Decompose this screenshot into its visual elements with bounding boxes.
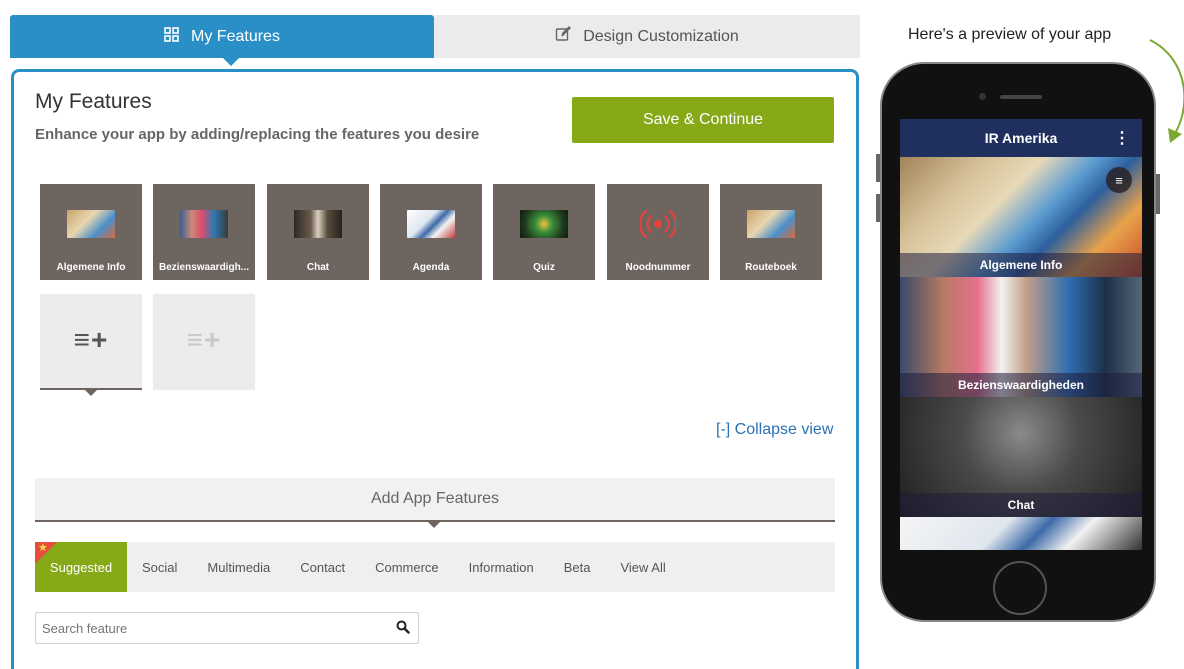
students-thumbnail <box>180 210 228 238</box>
app-title: IR Amerika <box>984 130 1058 146</box>
menu-icon[interactable]: ≡ <box>1106 167 1132 193</box>
feature-tile-agenda[interactable]: Agenda <box>380 184 482 280</box>
app-screen: IR Amerika ⋮ ≡ Algemene Info Bezienswaar… <box>900 119 1142 550</box>
category-multimedia[interactable]: Multimedia <box>192 542 285 592</box>
volume-button <box>876 154 880 182</box>
category-suggested[interactable]: ★ Suggested <box>35 542 127 592</box>
feature-label: Quiz <box>533 262 555 273</box>
feature-label: Algemene Info <box>56 262 126 273</box>
speaker <box>1000 95 1042 99</box>
features-panel: My Features Enhance your app by adding/r… <box>11 69 859 669</box>
feature-label: Routeboek <box>745 262 797 273</box>
edit-icon <box>555 26 572 47</box>
category-view-all[interactable]: View All <box>605 542 680 592</box>
category-beta[interactable]: Beta <box>549 542 606 592</box>
add-list-icon: ≡+ <box>73 324 109 355</box>
map-thumbnail <box>67 210 115 238</box>
page-subtitle: Enhance your app by adding/replacing the… <box>35 126 480 143</box>
search-icon[interactable] <box>388 620 418 637</box>
search-input[interactable] <box>36 614 388 642</box>
chat-thumbnail <box>294 210 342 238</box>
app-item-label: Bezienswaardigheden <box>900 373 1142 397</box>
app-header: IR Amerika ⋮ <box>900 119 1142 157</box>
feature-label: Agenda <box>412 262 450 273</box>
volume-button <box>876 194 880 222</box>
category-label: Suggested <box>49 559 113 575</box>
camera <box>979 93 986 100</box>
add-feature-slot-empty[interactable]: ≡+ <box>153 294 255 390</box>
preview-title: Here's a preview of your app <box>908 26 1112 43</box>
feature-tile-chat[interactable]: Chat <box>267 184 369 280</box>
quiz-thumbnail <box>520 210 568 238</box>
add-app-features-header[interactable]: Add App Features <box>35 478 835 528</box>
feature-tile-routeboek[interactable]: Routeboek <box>720 184 822 280</box>
feature-tile-bezienswaardigheden[interactable]: Bezienswaardigh... <box>153 184 255 280</box>
collapse-view-link[interactable]: [-] Collapse view <box>716 421 833 439</box>
star-icon: ★ <box>38 542 48 554</box>
phone-preview: IR Amerika ⋮ ≡ Algemene Info Bezienswaar… <box>876 62 1160 622</box>
feature-label: Noodnummer <box>625 262 691 273</box>
add-list-icon: ≡+ <box>186 324 222 355</box>
add-feature-slot[interactable]: ≡+ <box>40 294 142 396</box>
category-information[interactable]: Information <box>454 542 549 592</box>
tab-my-features-label: My Features <box>191 27 280 45</box>
category-social[interactable]: Social <box>127 542 192 592</box>
tab-design-customization[interactable]: Design Customization <box>434 15 860 58</box>
home-button <box>993 561 1047 615</box>
more-vertical-icon[interactable]: ⋮ <box>1114 128 1130 148</box>
power-button <box>1156 174 1160 214</box>
signal-icon <box>640 209 676 239</box>
app-item-agenda[interactable] <box>900 517 1142 550</box>
category-tabs: ★ Suggested Social Multimedia Contact Co… <box>35 542 835 592</box>
tab-bar: My Features Design Customization <box>10 15 860 66</box>
app-item-chat[interactable]: Chat <box>900 397 1142 517</box>
app-item-bezienswaardigheden[interactable]: Bezienswaardigheden <box>900 277 1142 397</box>
grid-icon <box>164 26 179 47</box>
save-continue-button[interactable]: Save & Continue <box>572 97 834 143</box>
app-item-algemene-info[interactable]: ≡ Algemene Info <box>900 157 1142 277</box>
feature-label: Bezienswaardigh... <box>158 262 250 273</box>
feature-tile-noodnummer[interactable]: Noodnummer <box>607 184 709 280</box>
category-contact[interactable]: Contact <box>285 542 360 592</box>
tab-design-label: Design Customization <box>583 27 739 45</box>
app-item-label: Algemene Info <box>900 253 1142 277</box>
feature-tile-quiz[interactable]: Quiz <box>493 184 595 280</box>
tab-my-features[interactable]: My Features <box>10 15 434 66</box>
map-thumbnail <box>747 210 795 238</box>
feature-tile-algemene-info[interactable]: Algemene Info <box>40 184 142 280</box>
feature-label: Chat <box>306 262 330 273</box>
calendar-thumbnail <box>407 210 455 238</box>
category-commerce[interactable]: Commerce <box>360 542 454 592</box>
search-box <box>35 612 419 644</box>
app-item-label: Chat <box>900 493 1142 517</box>
page-title: My Features <box>35 90 152 113</box>
